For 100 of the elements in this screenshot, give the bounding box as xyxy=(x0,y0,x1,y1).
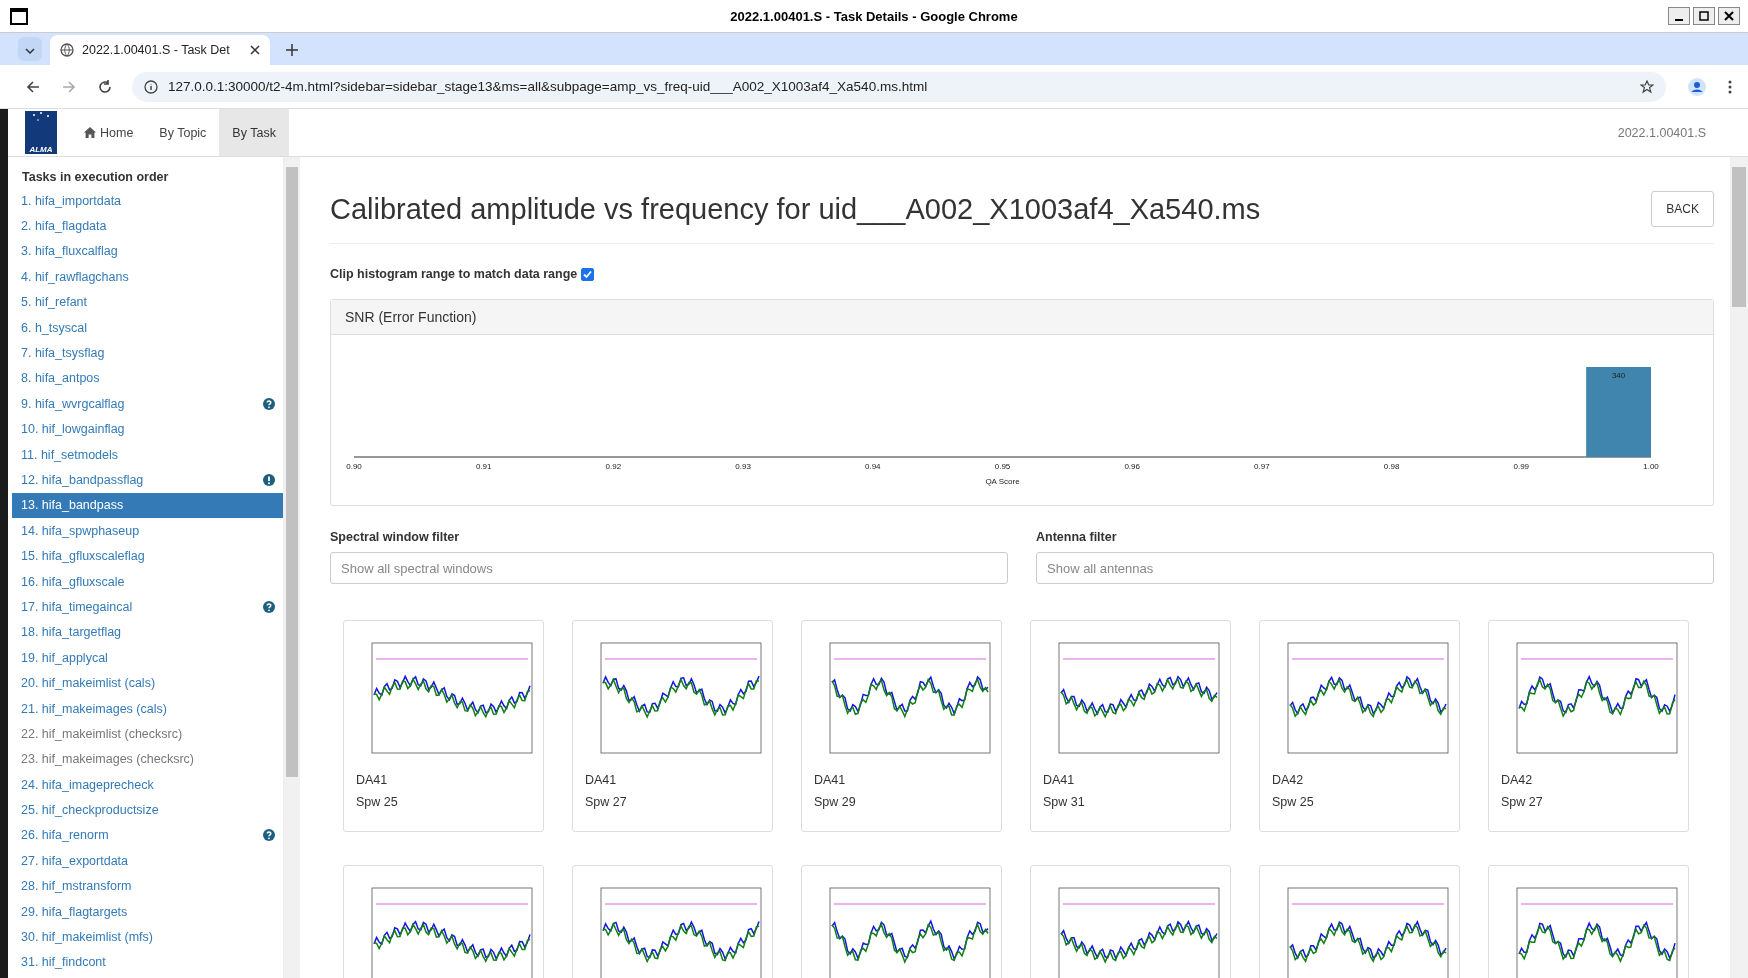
axis-tick-label: 0.90 xyxy=(346,462,362,471)
sidebar-item[interactable]: 13. hifa_bandpass xyxy=(12,492,283,519)
sidebar-item[interactable]: 5. hif_refant xyxy=(12,289,283,315)
antenna-label: DA42 xyxy=(1501,773,1534,787)
spw-label: Spw 31 xyxy=(1043,795,1086,809)
plot-card[interactable]: DA41 Spw 29 xyxy=(801,620,1002,832)
info-icon xyxy=(144,79,158,94)
sidebar-item[interactable]: 19. hif_applycal xyxy=(12,645,283,671)
nav-link[interactable]: Home xyxy=(71,109,147,156)
sidebar-item[interactable]: 4. hif_rawflagchans xyxy=(12,264,283,290)
sidebar-item[interactable]: 27. hifa_exportdata xyxy=(12,848,283,874)
minimize-icon xyxy=(1675,19,1683,21)
question-icon xyxy=(263,600,275,613)
spw-label: Spw 25 xyxy=(356,795,399,809)
sidebar-item[interactable]: 6. h_tsyscal xyxy=(12,314,283,341)
back-button[interactable]: BACK xyxy=(1651,191,1714,227)
sidebar-item[interactable]: 1. hifa_importdata xyxy=(12,188,283,214)
sidebar-item[interactable]: 20. hif_makeimlist (cals) xyxy=(12,670,283,696)
home-icon xyxy=(84,127,96,138)
reload-icon[interactable] xyxy=(98,79,112,94)
page-scrollbar[interactable] xyxy=(1730,157,1748,978)
bar-value-label: 340 xyxy=(1611,371,1626,380)
sidebar-item[interactable]: 31. hif_findcont xyxy=(12,949,283,976)
axis-tick-label: 1.00 xyxy=(1643,462,1659,471)
sidebar-item[interactable]: 28. hif_mstransform xyxy=(12,873,283,899)
filter-input[interactable]: Show all spectral windows xyxy=(330,552,1008,584)
sidebar-item[interactable]: 29. hifa_flagtargets xyxy=(12,898,283,925)
sidebar-item[interactable]: 14. hifa_spwphaseup xyxy=(12,518,283,544)
sidebar-item[interactable]: 21. hif_makeimages (cals) xyxy=(12,695,283,722)
sidebar-item[interactable]: 25. hif_checkproductsize xyxy=(12,797,283,823)
axis-label: QA Score xyxy=(985,477,1020,486)
plot-card[interactable]: DA41 Spw 31 xyxy=(1030,620,1231,832)
sidebar-item[interactable]: 3. hifa_fluxcalflag xyxy=(12,238,283,265)
window-icon xyxy=(10,7,28,25)
spw-label: Spw 27 xyxy=(585,795,628,809)
filter-input[interactable]: Show all antennas xyxy=(1036,552,1714,584)
globe-icon xyxy=(60,43,74,57)
sidebar-item[interactable]: 2. hifa_flagdata xyxy=(12,213,283,239)
close-icon xyxy=(1724,11,1734,21)
minimize-button[interactable] xyxy=(1668,7,1690,25)
sidebar-item[interactable]: 30. hif_makeimlist (mfs) xyxy=(12,924,283,950)
axis-tick-label: 0.93 xyxy=(735,462,751,471)
panel-title: SNR (Error Function) xyxy=(331,300,1713,335)
axis-tick-label: 0.92 xyxy=(605,462,622,471)
filter-label: Spectral window filter xyxy=(330,530,461,544)
maximize-icon xyxy=(1699,11,1709,21)
close-button[interactable] xyxy=(1718,7,1740,25)
sidebar-item[interactable]: 18. hifa_targetflag xyxy=(12,619,283,646)
axis-tick-label: 0.96 xyxy=(1124,462,1140,471)
chevron-down-icon xyxy=(25,47,35,54)
new-tab-icon[interactable] xyxy=(286,44,298,56)
nav-link[interactable]: By Topic xyxy=(146,109,220,156)
sidebar-item[interactable]: 9. hifa_wvrgcalflag xyxy=(12,391,283,417)
sidebar-item[interactable]: 15. hifa_gfluxscaleflag xyxy=(12,543,283,569)
antenna-label: DA41 xyxy=(356,773,389,787)
question-icon xyxy=(263,397,275,410)
sidebar-item[interactable]: 7. hifa_tsysflag xyxy=(12,340,283,366)
menu-icon[interactable] xyxy=(1728,79,1732,94)
question-icon xyxy=(263,829,275,842)
window-title: 2022.1.00401.S - Task Details - Google Chrome xyxy=(730,8,1018,24)
tab-list-button[interactable] xyxy=(18,37,42,61)
address-bar[interactable]: 127.0.0.1:30000/t2-4m.html?sidebar=sidebar_stage13&ms=all&subpage=amp_vs_freq-uid___A002_X1003af4_Xa540.ms.html xyxy=(132,71,1666,102)
sidebar-item[interactable]: 11. hif_setmodels xyxy=(12,441,283,468)
back-icon[interactable] xyxy=(26,79,40,94)
spw-label: Spw 27 xyxy=(1501,795,1544,809)
antenna-label: DA42 xyxy=(1272,773,1305,787)
sidebar-item[interactable]: 12. hifa_bandpassflag xyxy=(12,467,283,493)
sidebar-item[interactable]: 8. hifa_antpos xyxy=(12,365,283,392)
filter-label: Antenna filter xyxy=(1036,530,1118,544)
sidebar-scrollbar[interactable] xyxy=(284,157,300,978)
plot-card[interactable]: DA42 Spw 27 xyxy=(1488,620,1689,832)
plot-card[interactable]: DA42 Spw 25 xyxy=(1259,620,1460,832)
plot-card[interactable]: DA41 Spw 27 xyxy=(572,620,773,832)
checkbox[interactable] xyxy=(581,267,595,281)
sidebar-item[interactable]: 17. hifa_timegaincal xyxy=(12,594,283,620)
nav-link[interactable]: By Task xyxy=(219,109,289,156)
sidebar-item[interactable]: 24. hifa_imageprecheck xyxy=(12,772,283,798)
spw-label: Spw 29 xyxy=(814,795,857,809)
axis-tick-label: 0.94 xyxy=(865,462,881,471)
alma-logo[interactable]: ALMA xyxy=(25,111,57,154)
axis-tick-label: 0.97 xyxy=(1254,462,1270,471)
profile-icon[interactable] xyxy=(1688,77,1706,96)
sidebar-item[interactable]: 26. hifa_renorm xyxy=(12,822,283,849)
axis-tick-label: 0.98 xyxy=(1383,462,1400,471)
bookmark-star-icon[interactable] xyxy=(1640,79,1654,94)
page-title: Calibrated amplitude vs frequency for uid___A002_X1003af4_Xa540.ms xyxy=(330,192,1261,226)
antenna-label: DA41 xyxy=(1043,773,1076,787)
exclamation-icon xyxy=(263,474,275,486)
version-label: 2022.1.00401.S xyxy=(1617,125,1706,140)
close-icon[interactable] xyxy=(250,45,260,55)
checkbox-label: Clip histogram range to match data range xyxy=(330,267,578,281)
antenna-label: DA41 xyxy=(585,773,618,787)
plot-card[interactable]: DA41 Spw 25 xyxy=(343,620,544,832)
axis-tick-label: 0.91 xyxy=(475,462,492,471)
sidebar-item[interactable]: 16. hifa_gfluxscale xyxy=(12,568,283,595)
spw-label: Spw 25 xyxy=(1272,795,1315,809)
antenna-label: DA41 xyxy=(814,773,847,787)
browser-tab[interactable]: 2022.1.00401.S - Task Det xyxy=(50,35,270,65)
maximize-button[interactable] xyxy=(1693,7,1715,25)
sidebar-item[interactable]: 10. hif_lowgainflag xyxy=(12,416,283,442)
